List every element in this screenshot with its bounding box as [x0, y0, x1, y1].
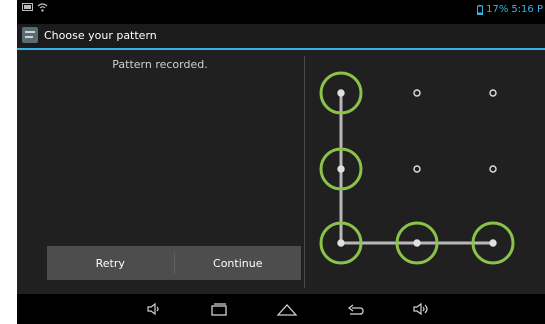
home-icon[interactable] — [275, 300, 299, 318]
device-screen: 17% 5:16 P Choose your pattern Pattern r… — [17, 0, 545, 324]
retry-button[interactable]: Retry — [47, 246, 174, 280]
clock: 5:16 P — [511, 4, 543, 15]
pattern-dot-center — [413, 89, 421, 97]
action-bar: Choose your pattern — [17, 24, 545, 50]
volume-up-icon[interactable] — [410, 300, 434, 318]
battery-icon — [477, 5, 484, 15]
pattern-dot-center — [413, 165, 421, 173]
pattern-path — [339, 93, 493, 245]
continue-button[interactable]: Continue — [175, 246, 302, 280]
pattern-dot-center — [413, 239, 421, 247]
back-icon[interactable] — [343, 300, 367, 318]
button-bar: Retry Continue — [47, 246, 301, 280]
recent-apps-icon[interactable] — [207, 300, 231, 318]
page-title: Choose your pattern — [44, 29, 157, 42]
status-icons-left — [22, 3, 48, 12]
pattern-dot-center — [337, 89, 345, 97]
wifi-icon — [37, 3, 48, 12]
pattern-dot-6[interactable] — [489, 165, 497, 173]
pattern-dot-center — [489, 165, 497, 173]
navigation-bar — [17, 294, 545, 324]
pattern-dot-5[interactable] — [413, 165, 421, 173]
pattern-dot-center — [489, 89, 497, 97]
battery-percent: 17% — [486, 4, 509, 15]
pattern-dot-center — [337, 239, 345, 247]
pattern-grid[interactable] — [305, 50, 545, 294]
status-icons-right: 17% 5:16 P — [477, 4, 543, 16]
settings-app-icon[interactable] — [22, 27, 38, 43]
status-bar: 17% 5:16 P — [17, 0, 545, 24]
pattern-dot-center — [337, 165, 345, 173]
screenshot-icon — [22, 3, 33, 11]
pattern-dot-3[interactable] — [489, 89, 497, 97]
pattern-dot-2[interactable] — [413, 89, 421, 97]
volume-down-icon[interactable] — [142, 300, 166, 318]
pattern-content: Pattern recorded. Retry Continue — [17, 50, 545, 294]
pattern-dot-center — [489, 239, 497, 247]
status-message: Pattern recorded. — [112, 58, 208, 71]
pattern-dots — [319, 71, 515, 265]
